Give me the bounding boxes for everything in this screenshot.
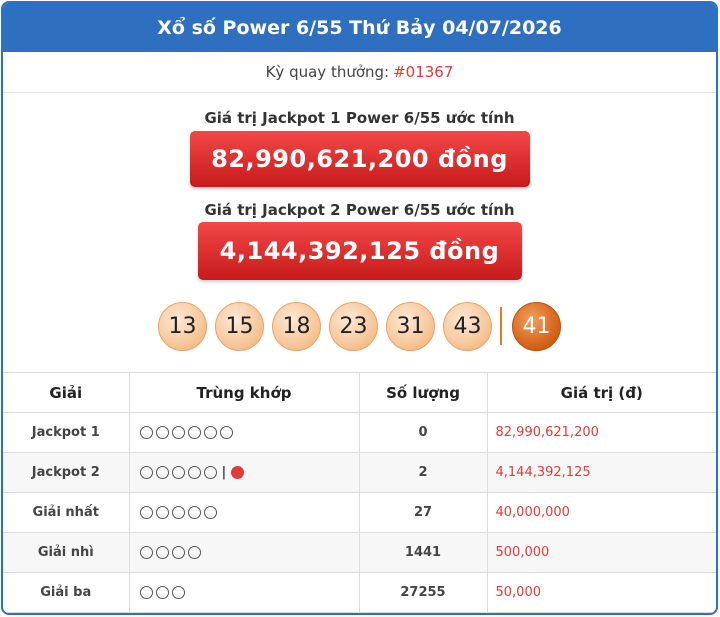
prize-value-cell: 82,990,621,200	[486, 412, 716, 453]
match-cell: |	[128, 452, 359, 493]
number-ball: 23	[329, 301, 378, 351]
match-circle-icon	[171, 586, 185, 599]
match-cell	[128, 532, 359, 573]
match-circle-icon	[155, 546, 169, 559]
table-row: Giải nhất 27 40,000,000	[3, 492, 716, 533]
table-header-row: Giải Trùng khớp Số lượng Giá trị (đ)	[3, 372, 716, 413]
table-row: Giải nhì 1441 500,000	[3, 532, 716, 573]
jackpot-2-value: 4,144,392,125 đồng	[197, 222, 522, 280]
winner-count-cell: 27	[358, 492, 487, 533]
special-separator	[500, 307, 502, 345]
match-circle-icon	[171, 466, 185, 479]
match-circle-icon	[171, 546, 185, 559]
match-circle-icon	[139, 586, 153, 599]
match-circle-icon	[139, 506, 153, 519]
lottery-result-card: Xổ số Power 6/55 Thứ Bảy 04/07/2026 Kỳ q…	[1, 1, 718, 615]
winner-count-cell: 27255	[358, 572, 487, 613]
prize-value-cell: 50,000	[486, 572, 716, 613]
winning-numbers: 13 15 18 23 31 43 41	[3, 301, 716, 351]
draw-info: Kỳ quay thưởng: #01367	[3, 52, 716, 93]
draw-label: Kỳ quay thưởng:	[265, 63, 390, 81]
table-row: Giải ba 27255 50,000	[3, 572, 716, 613]
match-circle-icon	[171, 506, 185, 519]
number-ball: 31	[386, 301, 435, 351]
jackpot-2-section: Giá trị Jackpot 2 Power 6/55 ước tính 4,…	[3, 201, 716, 280]
match-circle-icon	[187, 506, 201, 519]
prize-name-cell: Giải nhì	[3, 532, 129, 573]
match-cell	[128, 572, 359, 613]
match-circle-icon	[203, 506, 217, 519]
prize-name-cell: Jackpot 1	[3, 412, 129, 453]
jackpot-2-label: Giá trị Jackpot 2 Power 6/55 ước tính	[204, 201, 515, 219]
prize-name-cell: Giải nhất	[3, 492, 129, 533]
col-header-value: Giá trị (đ)	[486, 372, 716, 413]
prize-value-cell: 500,000	[486, 532, 716, 573]
match-circle-icon	[187, 466, 201, 479]
special-separator-text: |	[221, 465, 227, 480]
special-match-dot-icon	[231, 466, 245, 479]
page-title: Xổ số Power 6/55 Thứ Bảy 04/07/2026	[3, 3, 716, 52]
number-ball: 18	[272, 301, 321, 351]
jackpot-1-label: Giá trị Jackpot 1 Power 6/55 ước tính	[204, 109, 515, 127]
match-circle-icon	[187, 426, 201, 439]
match-circle-icon	[219, 426, 233, 439]
match-circle-icon	[187, 546, 201, 559]
winner-count-cell: 2	[358, 452, 487, 493]
match-circle-icon	[139, 466, 153, 479]
prize-value-cell: 4,144,392,125	[486, 452, 716, 493]
match-cell	[128, 492, 359, 533]
match-circle-icon	[171, 426, 185, 439]
prize-table: Giải Trùng khớp Số lượng Giá trị (đ) Jac…	[3, 372, 716, 613]
match-circle-icon	[139, 426, 153, 439]
match-circle-icon	[203, 466, 217, 479]
col-header-match: Trùng khớp	[128, 372, 359, 413]
number-ball: 15	[215, 301, 264, 351]
match-circle-icon	[155, 466, 169, 479]
jackpot-1-section: Giá trị Jackpot 1 Power 6/55 ước tính 82…	[3, 109, 716, 187]
match-circle-icon	[139, 546, 153, 559]
number-ball: 13	[158, 301, 207, 351]
jackpot-1-value: 82,990,621,200 đồng	[189, 131, 530, 187]
prize-name-cell: Jackpot 2	[3, 452, 129, 493]
table-row: Jackpot 1 0 82,990,621,200	[3, 412, 716, 453]
number-ball: 43	[443, 301, 492, 351]
draw-code-link[interactable]: #01367	[393, 63, 453, 81]
special-number-ball: 41	[512, 301, 561, 351]
winner-count-cell: 0	[358, 412, 487, 453]
match-circle-icon	[155, 506, 169, 519]
col-header-quantity: Số lượng	[358, 372, 487, 413]
winner-count-cell: 1441	[358, 532, 487, 573]
col-header-prize: Giải	[3, 372, 129, 413]
prize-name-cell: Giải ba	[3, 572, 129, 613]
match-cell	[128, 412, 359, 453]
match-circle-icon	[155, 586, 169, 599]
match-circle-icon	[155, 426, 169, 439]
match-circle-icon	[203, 426, 217, 439]
table-row: Jackpot 2 | 2 4,144,392,125	[3, 452, 716, 493]
prize-value-cell: 40,000,000	[486, 492, 716, 533]
